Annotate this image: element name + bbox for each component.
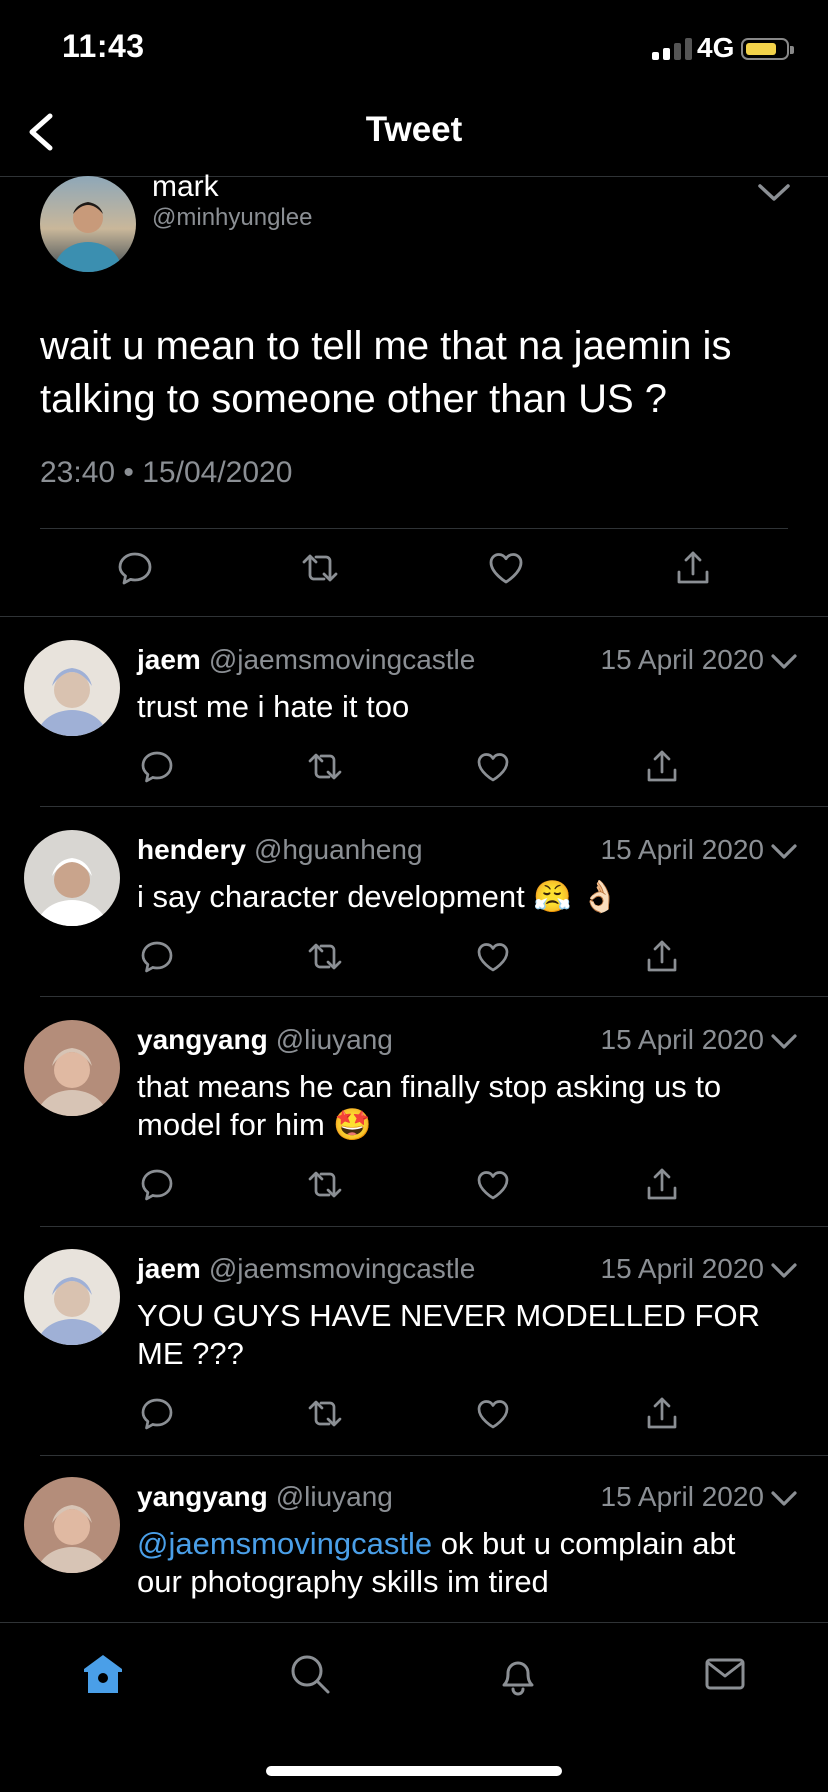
author-name[interactable]: mark [152,170,219,204]
reply-date: 15 April 2020 [600,834,764,865]
like-icon[interactable] [474,1395,512,1433]
reply-text: i say character development 😤 👌🏻 [137,878,777,916]
reply-date: 15 April 2020 [600,1253,764,1284]
avatar[interactable] [24,640,120,736]
home-indicator[interactable] [266,1766,562,1776]
chevron-down-icon[interactable] [770,1261,798,1281]
search-icon[interactable] [288,1652,332,1696]
author-name[interactable]: jaem [137,1253,201,1284]
reply-icon[interactable] [138,1166,176,1204]
chevron-down-icon[interactable] [756,178,792,206]
author-handle[interactable]: @minhyunglee [152,204,312,232]
section-divider [0,616,828,617]
reply-actions [0,1166,828,1206]
avatar[interactable] [40,176,136,272]
battery-icon [741,38,794,60]
reply-text-content: i say character development 😤 👌🏻 [137,879,620,914]
chevron-down-icon[interactable] [770,842,798,862]
author-handle[interactable]: @liuyang [276,1481,393,1512]
avatar[interactable] [24,1477,120,1573]
reply-divider [40,806,828,807]
chevron-down-icon[interactable] [770,1032,798,1052]
author-name[interactable]: yangyang [137,1481,268,1512]
page-title: Tweet [365,110,463,149]
nav-divider [0,1622,828,1623]
tweet-text: wait u mean to tell me that na jaemin is… [40,324,732,421]
reply-icon[interactable] [138,1395,176,1433]
reply-text-content: YOU GUYS HAVE NEVER MODELLED FOR ME ??? [137,1298,760,1371]
reply-date: 15 April 2020 [600,1481,764,1512]
share-icon[interactable] [643,748,681,786]
author-handle[interactable]: @jaemsmovingcastle [209,1253,476,1284]
reply-divider [40,1226,828,1227]
retweet-icon[interactable] [306,938,344,976]
reply-text: that means he can finally stop asking us… [137,1068,777,1144]
share-icon[interactable] [673,548,713,588]
bottom-nav [0,1630,828,1720]
share-icon[interactable] [643,1395,681,1433]
home-icon[interactable] [81,1652,125,1696]
author-handle[interactable]: @jaemsmovingcastle [209,644,476,675]
like-icon[interactable] [474,748,512,786]
author-name[interactable]: jaem [137,644,201,675]
author-name[interactable]: yangyang [137,1024,268,1055]
mention-link[interactable]: @jaemsmovingcastle [137,1526,432,1561]
tweet-timestamp: 23:40 • 15/04/2020 [40,456,293,489]
reply-icon[interactable] [138,938,176,976]
reply-icon[interactable] [115,548,155,588]
avatar[interactable] [24,1249,120,1345]
reply-text: @jaemsmovingcastle ok but u complain abt… [137,1525,777,1601]
status-time: 11:43 [62,28,145,64]
reply-text: YOU GUYS HAVE NEVER MODELLED FOR ME ??? [137,1297,777,1373]
share-icon[interactable] [643,1166,681,1204]
reply-divider [40,996,828,997]
retweet-icon[interactable] [300,548,340,588]
tweet-actions [0,548,828,592]
reply-divider [40,1455,828,1456]
reply-date: 15 April 2020 [600,1024,764,1055]
chevron-down-icon[interactable] [770,652,798,672]
retweet-icon[interactable] [306,1395,344,1433]
reply-actions [0,938,828,978]
reply-text: trust me i hate it too [137,688,777,726]
author-handle[interactable]: @liuyang [276,1024,393,1055]
signal-icon [652,36,692,60]
chevron-down-icon[interactable] [770,1489,798,1509]
like-icon[interactable] [474,1166,512,1204]
network-type: 4G [697,32,735,63]
retweet-icon[interactable] [306,748,344,786]
share-icon[interactable] [643,938,681,976]
author-handle[interactable]: @hguanheng [254,834,423,865]
author-name[interactable]: hendery [137,834,246,865]
reply-actions [0,748,828,788]
avatar[interactable] [24,830,120,926]
reply-actions [0,1395,828,1435]
like-icon[interactable] [486,548,526,588]
retweet-icon[interactable] [306,1166,344,1204]
reply-date: 15 April 2020 [600,644,764,675]
messages-icon[interactable] [703,1652,747,1696]
reply-text-content: that means he can finally stop asking us… [137,1069,722,1142]
reply-icon[interactable] [138,748,176,786]
like-icon[interactable] [474,938,512,976]
reply-text-content: trust me i hate it too [137,689,410,724]
notifications-icon[interactable] [496,1652,540,1696]
header-divider [0,176,828,177]
divider [40,528,788,529]
avatar[interactable] [24,1020,120,1116]
